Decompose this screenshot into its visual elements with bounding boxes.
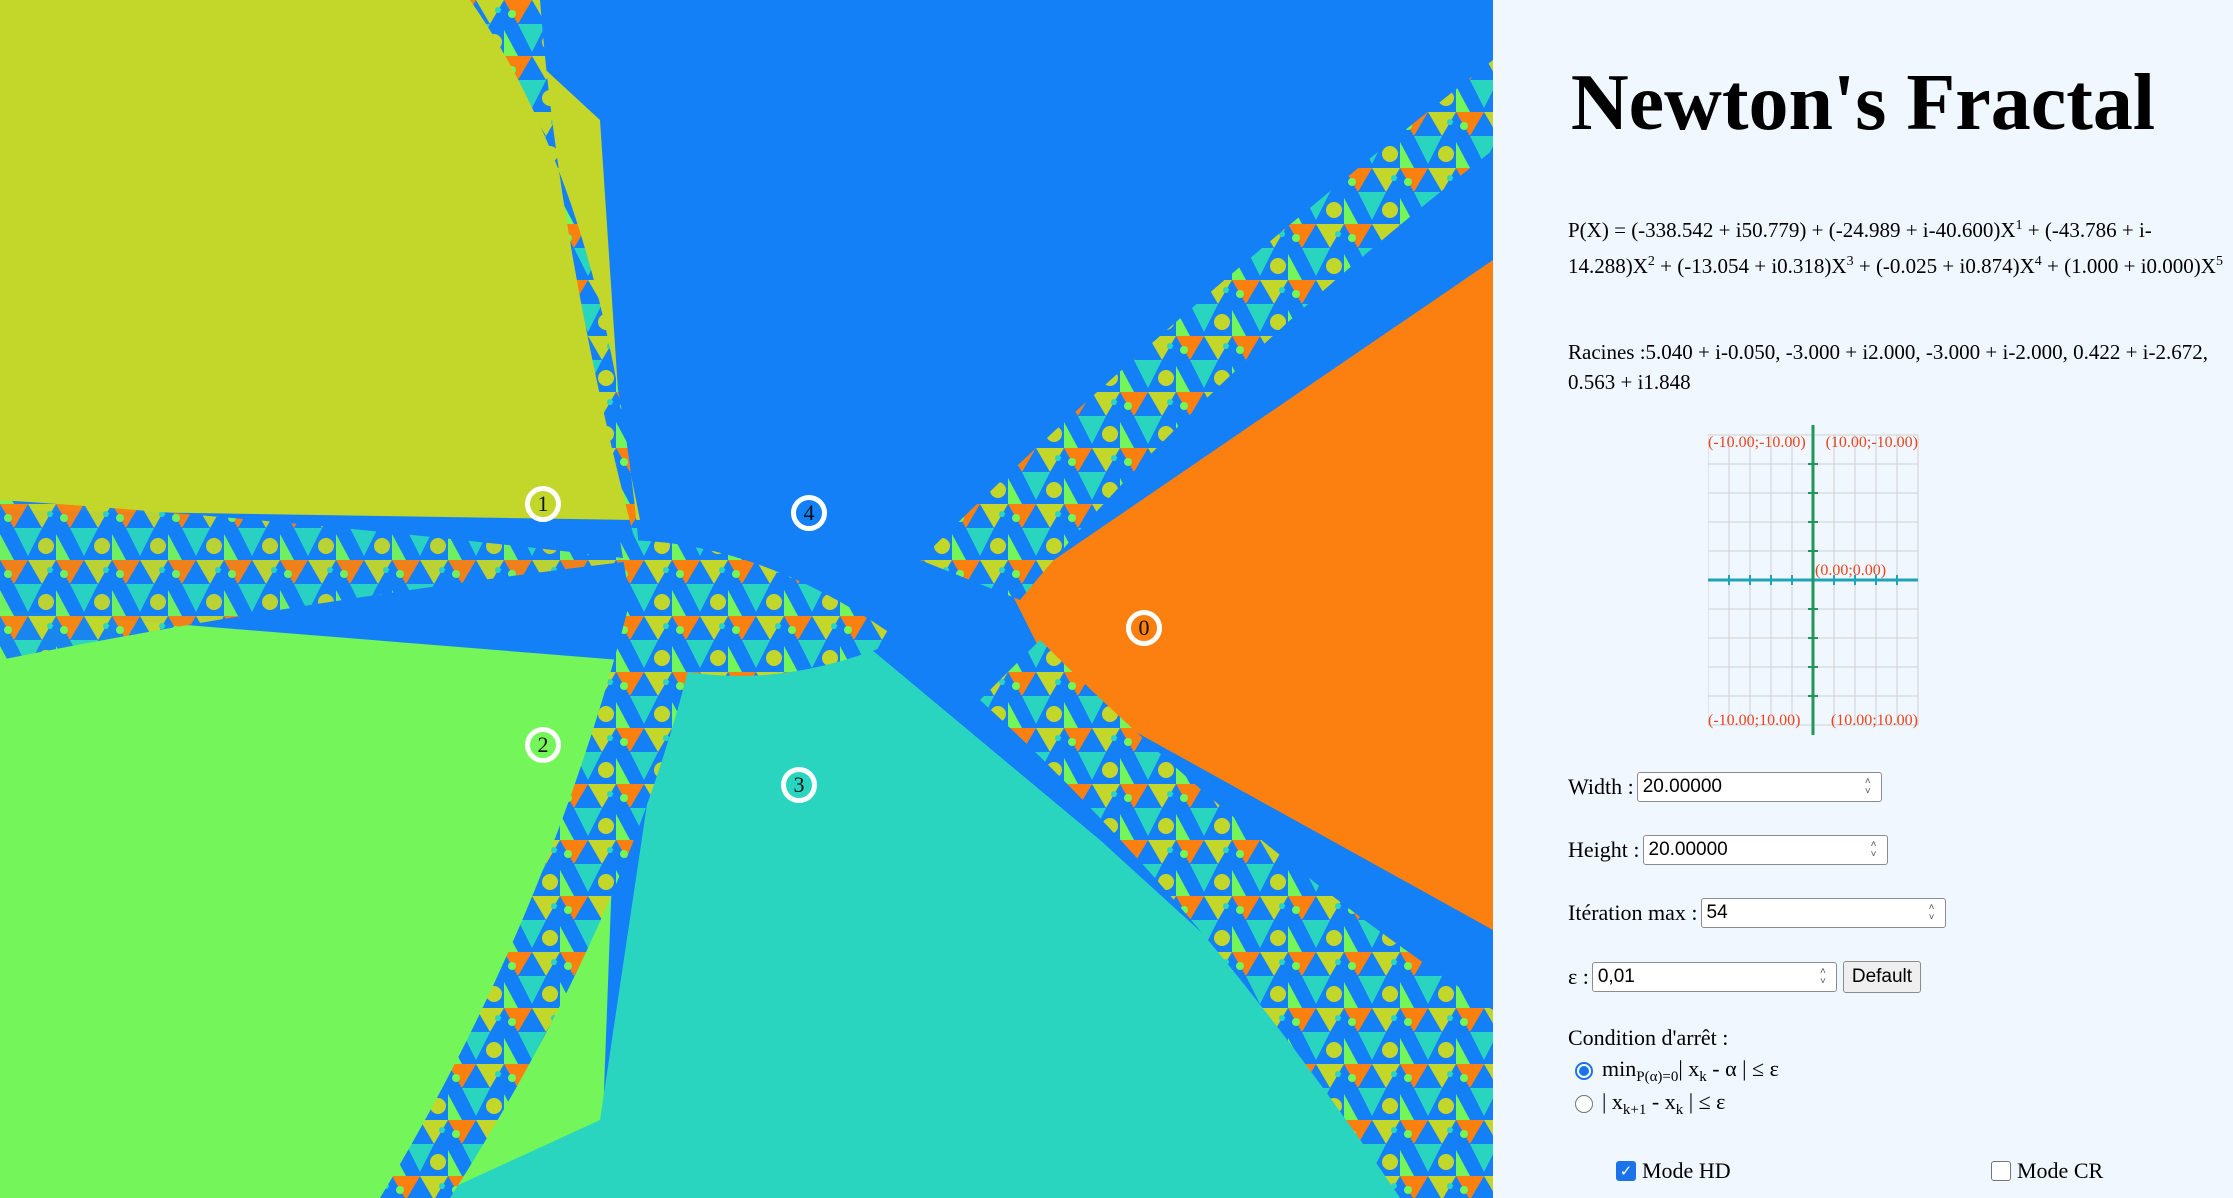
iterations-spinner-icon[interactable]: ˄ ˅ — [1923, 902, 1941, 924]
mode-hd-label: Mode HD — [1642, 1158, 1731, 1183]
epsilon-input[interactable]: 0,01 ˄ ˅ — [1591, 962, 1837, 992]
epsilon-spinner-icon[interactable]: ˄ ˅ — [1814, 966, 1832, 988]
stop-option-step-label: | xk+1 - xk | ≤ ε — [1602, 1089, 1726, 1118]
stop-option-step[interactable]: | xk+1 - xk | ≤ ε — [1575, 1089, 1725, 1119]
iterations-label: Itération max : — [1568, 900, 1698, 925]
mode-cr-toggle[interactable]: Mode CR — [1991, 1158, 2103, 1184]
root-marker-4[interactable]: 4 — [791, 495, 827, 531]
radio-min-root[interactable] — [1575, 1062, 1593, 1080]
check-icon[interactable]: ✓ — [1616, 1161, 1636, 1181]
radio-step[interactable] — [1575, 1095, 1593, 1113]
height-input[interactable]: 20.00000 ˄ ˅ — [1642, 835, 1888, 865]
epsilon-label: ε : — [1568, 964, 1589, 989]
roots-list: Racines :5.040 + i-0.050, -3.000 + i2.00… — [1568, 340, 2208, 394]
mode-hd-toggle[interactable]: ✓ Mode HD — [1616, 1158, 1731, 1184]
height-spinner-icon[interactable]: ˄ ˅ — [1865, 839, 1883, 861]
iterations-input[interactable]: 54 ˄ ˅ — [1700, 898, 1946, 928]
fractal-image — [0, 0, 1493, 1198]
root-marker-0[interactable]: 0 — [1126, 610, 1162, 646]
label-bottom-left: (-10.00;10.00) — [1708, 712, 1800, 729]
width-label: Width : — [1568, 774, 1634, 799]
page-title: Newton's Fractal — [1570, 59, 2156, 147]
label-top-right: (10.00;-10.00) — [1826, 434, 1918, 451]
basin-2 — [0, 610, 620, 1198]
label-top-left: (-10.00;-10.00) — [1708, 434, 1806, 451]
mode-cr-label: Mode CR — [2017, 1158, 2104, 1183]
fractal-canvas[interactable]: 1 4 0 2 3 — [0, 0, 1493, 1198]
width-input[interactable]: 20.00000 ˄ ˅ — [1636, 772, 1882, 802]
checkbox-cr[interactable] — [1991, 1161, 2011, 1181]
epsilon-row: ε : 0,01 ˄ ˅ Default — [1568, 961, 1922, 993]
root-marker-3[interactable]: 3 — [781, 767, 817, 803]
control-panel: Newton's Fractal P(X) = (-338.542 + i50.… — [1493, 0, 2233, 1198]
stop-option-min-root-label: minP(α)=0| xk - α | ≤ ε — [1602, 1056, 1779, 1085]
root-marker-1[interactable]: 1 — [525, 486, 561, 522]
width-row: Width : 20.00000 ˄ ˅ — [1568, 772, 1882, 802]
height-row: Height : 20.00000 ˄ ˅ — [1568, 835, 1888, 865]
polynomial-formula: P(X) = (-338.542 + i50.779) + (-24.989 +… — [1568, 218, 2223, 278]
label-bottom-right: (10.00;10.00) — [1831, 712, 1918, 729]
root-marker-2[interactable]: 2 — [525, 727, 561, 763]
height-label: Height : — [1568, 837, 1640, 862]
iterations-row: Itération max : 54 ˄ ˅ — [1568, 898, 1946, 928]
width-spinner-icon[interactable]: ˄ ˅ — [1859, 776, 1877, 798]
default-button[interactable]: Default — [1842, 961, 1922, 993]
stop-condition-title: Condition d'arrêt : — [1568, 1025, 1729, 1050]
stop-option-min-root[interactable]: minP(α)=0| xk - α | ≤ ε — [1575, 1056, 1779, 1086]
label-center: (0.00;0.00) — [1815, 562, 1886, 579]
complex-plane-preview[interactable]: (-10.00;-10.00) (10.00;-10.00) (0.00;0.0… — [1708, 425, 2018, 735]
